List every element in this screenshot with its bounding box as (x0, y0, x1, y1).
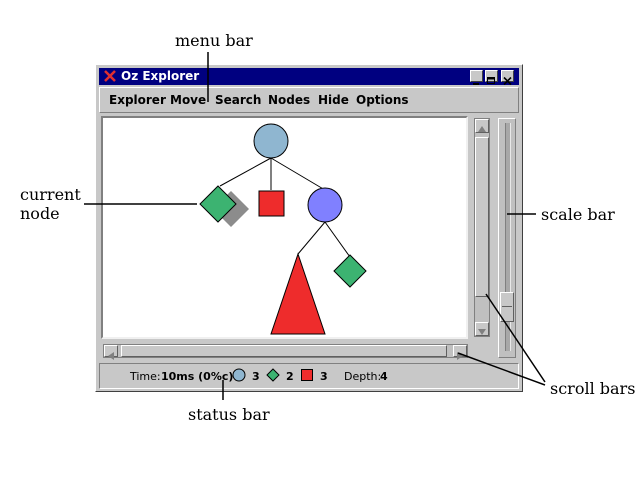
oz-explorer-window: Oz Explorer Explorer Move Search Nodes H… (95, 64, 523, 392)
menu-search[interactable]: Search (215, 93, 261, 107)
depth-label: Depth: (344, 370, 382, 383)
scale-bar[interactable] (498, 118, 516, 358)
horizontal-scroll-thumb[interactable] (121, 345, 447, 357)
minimize-icon (473, 83, 479, 85)
menu-bar-annotation: menu bar (175, 31, 253, 50)
solved-node[interactable] (333, 254, 367, 288)
current-node-annotation-line1: current (20, 185, 81, 204)
edge-root-right (270, 157, 326, 191)
choice-node-right[interactable] (307, 187, 343, 223)
failed-node-icon (301, 369, 313, 381)
arrow-up-icon (478, 126, 486, 132)
vertical-scrollbar[interactable] (474, 118, 490, 337)
scroll-bars-annotation: scroll bars (550, 379, 636, 398)
menu-options[interactable]: Options (356, 93, 409, 107)
scale-bar-annotation: scale bar (541, 205, 615, 224)
root-choice-node[interactable] (253, 123, 289, 159)
scroll-left-button[interactable] (104, 345, 118, 360)
search-tree-canvas[interactable] (101, 116, 468, 339)
arrow-down-icon (478, 329, 486, 335)
solved-node-icon (266, 368, 280, 382)
edge-right-triangle (297, 221, 326, 255)
scroll-right-button[interactable] (453, 345, 467, 360)
choice-node-icon (232, 368, 246, 382)
menu-nodes[interactable]: Nodes (268, 93, 310, 107)
status-bar: Time: 10ms (0%c) 3 2 3 Depth: 4 (99, 363, 519, 389)
edge-right-diamond (324, 221, 351, 258)
failed-subtree-triangle[interactable] (270, 252, 326, 335)
close-button[interactable] (501, 70, 514, 86)
scale-handle-groove (502, 306, 512, 307)
menu-explorer[interactable]: Explorer (109, 93, 166, 107)
time-label: Time: (130, 370, 161, 383)
arrow-right-icon (457, 352, 463, 360)
current-node-annotation-line2: node (20, 204, 60, 223)
menu-move[interactable]: Move (170, 93, 206, 107)
minimize-button[interactable] (470, 70, 483, 85)
choice-count: 3 (252, 370, 260, 383)
search-tree (199, 123, 367, 335)
maximize-icon (487, 77, 495, 84)
title-bar[interactable]: Oz Explorer (99, 68, 519, 86)
vertical-scroll-thumb[interactable] (475, 137, 489, 297)
failed-count: 3 (320, 370, 328, 383)
scroll-up-button[interactable] (475, 119, 489, 133)
time-value: 10ms (0%c) (161, 370, 234, 383)
solved-count: 2 (286, 370, 294, 383)
app-x-icon (104, 70, 116, 82)
scale-slider-handle[interactable] (500, 292, 514, 322)
close-icon (503, 76, 512, 86)
depth-value: 4 (380, 370, 388, 383)
failed-node[interactable] (258, 190, 285, 217)
scroll-down-button[interactable] (475, 322, 489, 336)
maximize-button[interactable] (485, 70, 498, 84)
window-title: Oz Explorer (121, 69, 200, 83)
menu-bar: Explorer Move Search Nodes Hide Options (99, 87, 519, 113)
menu-hide[interactable]: Hide (318, 93, 349, 107)
edge-root-left (219, 157, 272, 187)
arrow-left-icon (108, 352, 114, 360)
status-bar-annotation: status bar (188, 405, 270, 424)
horizontal-scrollbar[interactable] (103, 344, 468, 360)
